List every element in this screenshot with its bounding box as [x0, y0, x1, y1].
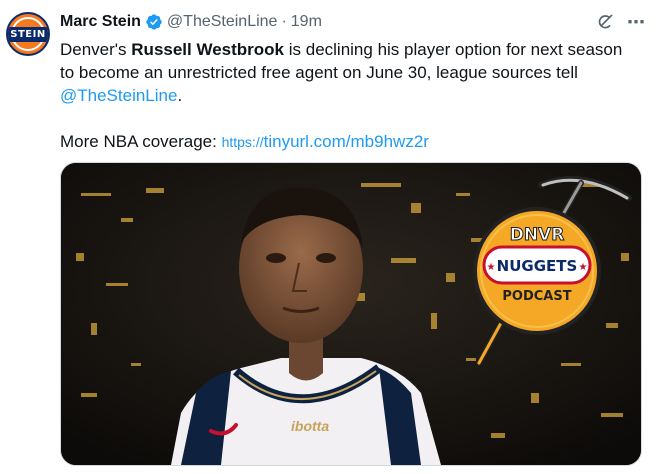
- avatar-logo-text: STEIN: [8, 26, 48, 42]
- tweet-line-2: to become an unrestricted free agent on …: [60, 63, 578, 82]
- badge-nuggets-text: NUGGETS: [497, 257, 578, 275]
- grok-icon[interactable]: [595, 12, 615, 32]
- more-coverage-label: More NBA coverage:: [60, 132, 222, 151]
- text-segment: is declining his player option for next …: [284, 40, 623, 59]
- author-name[interactable]: Marc Stein: [60, 13, 141, 31]
- more-options-icon[interactable]: ⋯: [627, 12, 646, 33]
- podcast-artwork: ibotta DNVR NUGGETS PODCAST ★ ★: [61, 163, 641, 465]
- header-actions: ⋯: [595, 12, 646, 33]
- tweet-media-image[interactable]: ibotta DNVR NUGGETS PODCAST ★ ★: [60, 162, 642, 466]
- text-segment: Denver's: [60, 40, 132, 59]
- tweet-header: Marc Stein @TheSteinLine · 19m ⋯: [60, 11, 646, 33]
- jersey-sponsor-text: ibotta: [291, 418, 329, 434]
- link-scheme[interactable]: https://: [222, 134, 264, 150]
- tweet-timestamp[interactable]: 19m: [291, 13, 322, 31]
- tweet-text: Denver's Russell Westbrook is declining …: [60, 38, 650, 154]
- tweet-line-3: @TheSteinLine.: [60, 84, 650, 107]
- author-avatar[interactable]: STEIN: [6, 12, 50, 56]
- tweet-line-1: Denver's Russell Westbrook is declining …: [60, 38, 650, 61]
- author-handle[interactable]: @TheSteinLine: [167, 13, 278, 31]
- verified-badge-icon: [146, 14, 162, 30]
- mention-link[interactable]: @TheSteinLine: [60, 86, 177, 105]
- badge-dnvr-text: DNVR: [510, 225, 565, 245]
- text-segment: .: [177, 86, 183, 105]
- text-bold-name: Russell Westbrook: [131, 40, 285, 59]
- coverage-link[interactable]: tinyurl.com/mb9hwz2r: [264, 132, 429, 151]
- separator-dot: ·: [281, 13, 287, 30]
- dnvr-nuggets-podcast-badge: DNVR NUGGETS PODCAST ★ ★: [473, 207, 601, 335]
- badge-star-left: ★: [487, 262, 496, 273]
- badge-podcast-text: PODCAST: [502, 289, 571, 304]
- badge-star-right: ★: [579, 262, 588, 273]
- tweet-line-more: More NBA coverage: https://tinyurl.com/m…: [60, 130, 650, 154]
